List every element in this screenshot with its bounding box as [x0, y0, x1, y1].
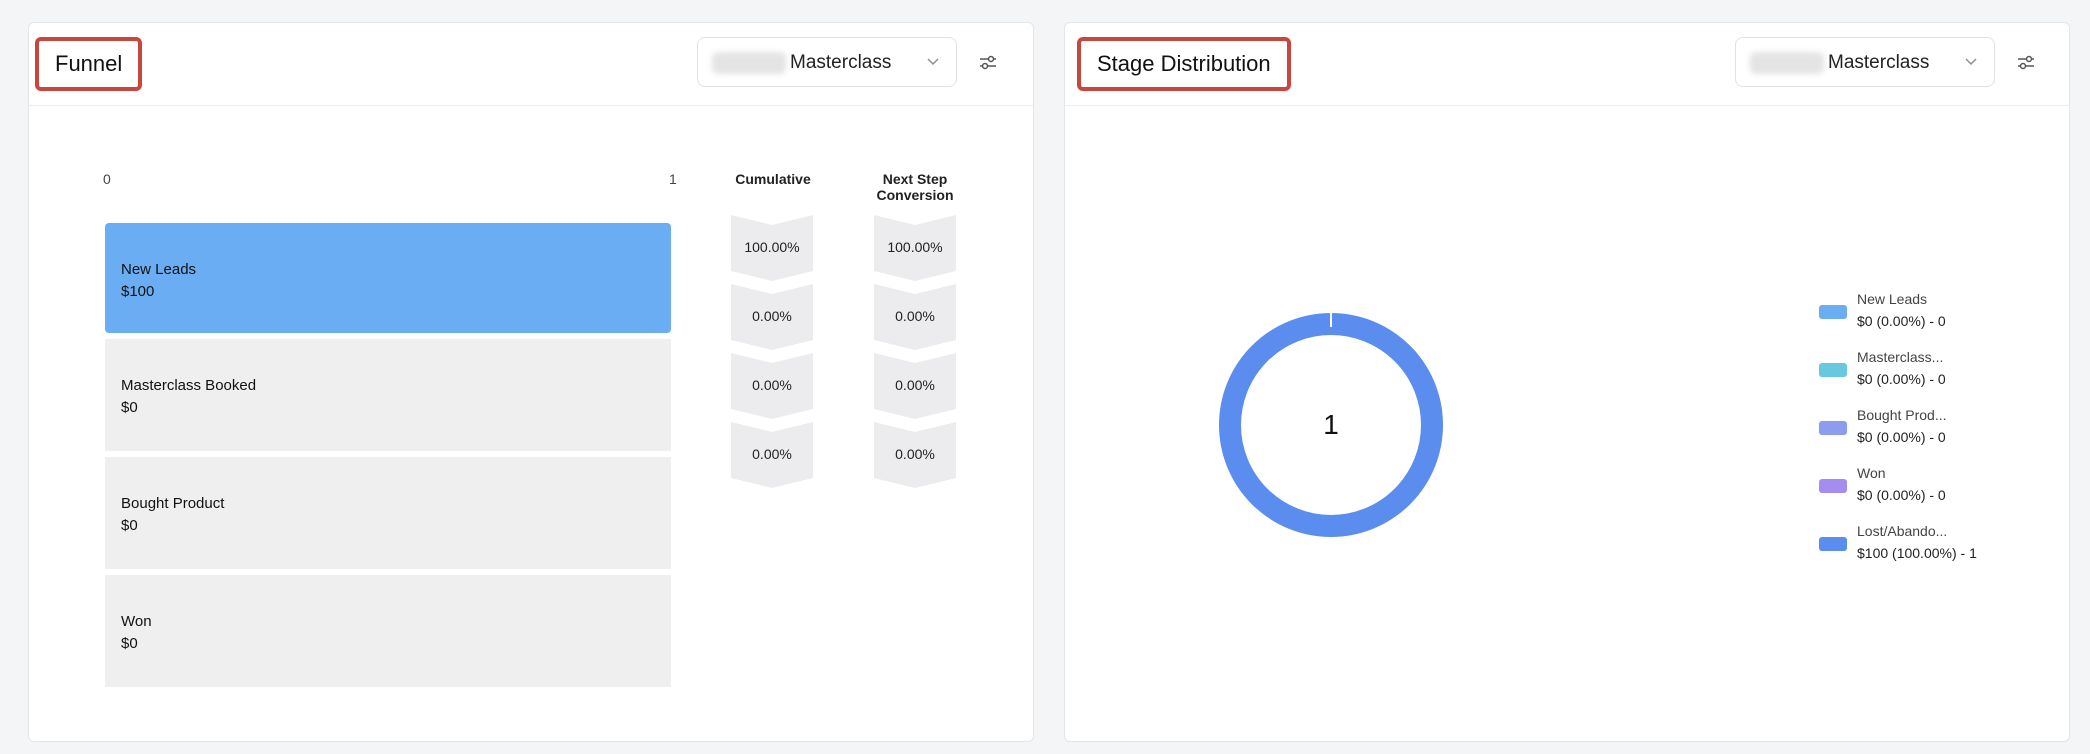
funnel-bar-value: $0: [121, 399, 138, 416]
funnel-bar-label: Won: [121, 613, 152, 630]
funnel-bar-label: New Leads: [121, 261, 197, 278]
cumulative-column-header: Cumulative: [735, 171, 811, 187]
funnel-card: Funnel Masterclass 0 1 New Leads $100 Ma…: [28, 22, 1034, 742]
next-step-value: 0.00%: [895, 377, 935, 393]
funnel-bar-value: $100: [121, 283, 155, 300]
legend-item-masterclass[interactable]: Masterclass... $0 (0.00%) - 0: [1819, 349, 2059, 395]
stage-pipeline-select[interactable]: Masterclass: [1735, 37, 1995, 87]
funnel-bar-won[interactable]: Won $0: [105, 575, 671, 687]
legend-swatch: [1819, 305, 1847, 319]
chevron-down-icon: [1965, 58, 1977, 66]
funnel-bar-value: $0: [121, 517, 138, 534]
funnel-bar-label: Masterclass Booked: [121, 377, 257, 394]
stage-distribution-card: Stage Distribution Masterclass 1 New Lea…: [1064, 22, 2070, 742]
next-step-cell: 0.00%: [874, 353, 956, 419]
legend-name: Won: [1857, 465, 1886, 481]
legend-name: Lost/Abando...: [1857, 523, 1948, 539]
funnel-bar-bought-product[interactable]: Bought Product $0: [105, 457, 671, 569]
cumulative-value: 0.00%: [752, 308, 792, 324]
next-step-conversion-column-header: Next Step Conversion: [876, 171, 954, 203]
legend-value: $0 (0.00%) - 0: [1857, 487, 1946, 503]
cumulative-cell: 0.00%: [731, 353, 813, 419]
funnel-bar-masterclass-booked[interactable]: Masterclass Booked $0: [105, 339, 671, 451]
legend-name: Masterclass...: [1857, 349, 1944, 365]
legend-value: $0 (0.00%) - 0: [1857, 313, 1946, 329]
legend-value: $100 (100.00%) - 1: [1857, 545, 1977, 561]
funnel-bar-new-leads[interactable]: New Leads $100: [105, 223, 671, 333]
next-step-value: 0.00%: [895, 446, 935, 462]
funnel-title: Funnel: [35, 37, 143, 91]
blurred-pipeline-name: [712, 52, 786, 74]
stage-donut-chart[interactable]: 1: [1207, 301, 1455, 549]
cumulative-cell: 100.00%: [731, 215, 813, 281]
legend-name: Bought Prod...: [1857, 407, 1947, 423]
chevron-down-icon: [927, 58, 939, 66]
stage-pipeline-select-value: Masterclass: [1828, 52, 1930, 73]
cumulative-value: 100.00%: [744, 239, 800, 255]
next-step-cell: 100.00%: [874, 215, 956, 281]
legend-value: $0 (0.00%) - 0: [1857, 429, 1946, 445]
cumulative-value: 0.00%: [752, 446, 792, 462]
legend-item-lost-abandoned[interactable]: Lost/Abando... $100 (100.00%) - 1: [1819, 523, 2059, 569]
filter-settings-icon[interactable]: [2015, 51, 2037, 73]
legend-swatch: [1819, 421, 1847, 435]
legend-swatch: [1819, 537, 1847, 551]
funnel-bar-label: Bought Product: [121, 495, 225, 512]
cumulative-cell: 0.00%: [731, 422, 813, 488]
funnel-bar-value: $0: [121, 635, 138, 652]
funnel-axis-max: 1: [669, 171, 677, 187]
funnel-axis-min: 0: [103, 171, 111, 187]
legend-item-won[interactable]: Won $0 (0.00%) - 0: [1819, 465, 2059, 511]
legend-item-bought-product[interactable]: Bought Prod... $0 (0.00%) - 0: [1819, 407, 2059, 453]
funnel-card-header: Funnel Masterclass: [29, 23, 1033, 106]
next-step-value: 100.00%: [887, 239, 943, 255]
funnel-pipeline-select[interactable]: Masterclass: [697, 37, 957, 87]
legend-value: $0 (0.00%) - 0: [1857, 371, 1946, 387]
legend-name: New Leads: [1857, 291, 1928, 307]
stage-distribution-title: Stage Distribution: [1077, 37, 1291, 91]
blurred-pipeline-name: [1750, 52, 1824, 74]
next-step-value: 0.00%: [895, 308, 935, 324]
filter-settings-icon[interactable]: [977, 51, 999, 73]
legend-swatch: [1819, 363, 1847, 377]
legend-item-new-leads[interactable]: New Leads $0 (0.00%) - 0: [1819, 291, 2059, 337]
funnel-pipeline-select-value: Masterclass: [790, 52, 892, 73]
donut-center-label: 1: [1323, 409, 1339, 440]
next-step-cell: 0.00%: [874, 284, 956, 350]
cumulative-value: 0.00%: [752, 377, 792, 393]
cumulative-cell: 0.00%: [731, 284, 813, 350]
next-step-cell: 0.00%: [874, 422, 956, 488]
legend-swatch: [1819, 479, 1847, 493]
stage-card-header: Stage Distribution Masterclass: [1065, 23, 2069, 106]
